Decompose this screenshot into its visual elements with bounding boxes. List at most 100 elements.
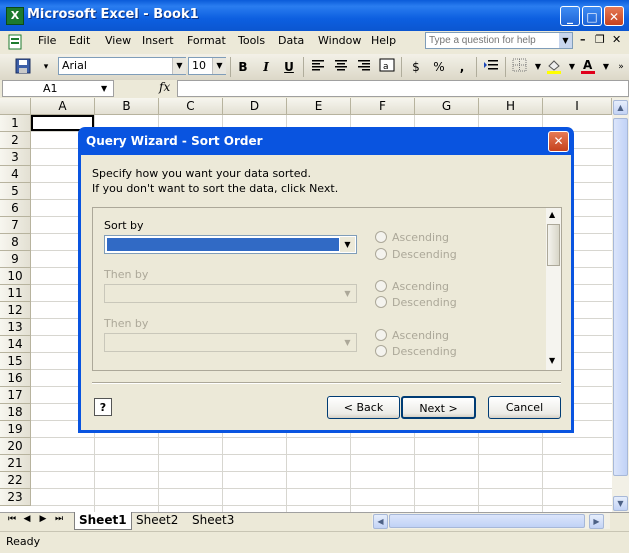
minimize-button[interactable]: _ <box>560 6 580 26</box>
toolbar-options-icon[interactable]: ▾ <box>37 58 55 76</box>
row-header[interactable]: 3 <box>0 149 31 166</box>
cancel-button[interactable]: Cancel <box>488 396 561 419</box>
row-header[interactable]: 2 <box>0 132 31 149</box>
row-header[interactable]: 10 <box>0 268 31 285</box>
sort-scroll-down-icon[interactable]: ▼ <box>549 356 555 365</box>
align-left-icon[interactable] <box>309 58 327 76</box>
sort-scroll-thumb[interactable] <box>547 224 560 266</box>
row-header[interactable]: 8 <box>0 234 31 251</box>
column-header[interactable]: I <box>543 98 612 115</box>
row-header[interactable]: 16 <box>0 370 31 387</box>
last-sheet-icon[interactable]: ⏭ <box>52 514 66 524</box>
help-icon[interactable]: ? <box>94 398 112 416</box>
menu-file[interactable]: File <box>38 34 56 47</box>
menu-window[interactable]: Window <box>318 34 361 47</box>
row-header[interactable]: 12 <box>0 302 31 319</box>
row-header[interactable]: 19 <box>0 421 31 438</box>
then-by-select-2[interactable]: ▼ <box>104 333 357 352</box>
then-by-1-descending-radio[interactable]: Descending <box>375 296 457 309</box>
doc-close-icon[interactable]: ✕ <box>612 33 621 46</box>
row-header[interactable]: 11 <box>0 285 31 302</box>
sort-by-dropdown-icon[interactable]: ▼ <box>340 237 355 252</box>
row-header[interactable]: 4 <box>0 166 31 183</box>
font-color-icon[interactable]: A <box>579 58 597 76</box>
row-header[interactable]: 22 <box>0 472 31 489</box>
row-header[interactable]: 15 <box>0 353 31 370</box>
excel-app-icon[interactable]: X <box>6 7 24 25</box>
merge-center-icon[interactable]: a <box>378 58 396 76</box>
menu-data[interactable]: Data <box>278 34 304 47</box>
then-by-1-ascending-radio[interactable]: Ascending <box>375 280 449 293</box>
then-by-2-descending-radio[interactable]: Descending <box>375 345 457 358</box>
row-header[interactable]: 23 <box>0 489 31 506</box>
row-header[interactable]: 21 <box>0 455 31 472</box>
menu-help[interactable]: Help <box>371 34 396 47</box>
scroll-up-icon[interactable]: ▲ <box>613 100 628 115</box>
then-by-2-ascending-radio[interactable]: Ascending <box>375 329 449 342</box>
underline-button[interactable]: U <box>280 58 298 76</box>
align-right-icon[interactable] <box>355 58 373 76</box>
horizontal-scroll-thumb[interactable] <box>389 514 585 528</box>
column-header[interactable]: H <box>479 98 543 115</box>
menu-edit[interactable]: Edit <box>69 34 90 47</box>
then-by-2-dropdown-icon[interactable]: ▼ <box>340 335 355 350</box>
next-button[interactable]: Next > <box>401 396 476 419</box>
currency-button[interactable]: $ <box>407 58 425 76</box>
sheet-tab-1[interactable]: Sheet1 <box>74 512 132 530</box>
font-size-dropdown-icon[interactable]: ▼ <box>212 58 226 74</box>
scroll-left-icon[interactable]: ◀ <box>373 514 388 529</box>
menu-format[interactable]: Format <box>187 34 226 47</box>
menu-tools[interactable]: Tools <box>238 34 265 47</box>
doc-minimize-icon[interactable]: – <box>580 33 586 46</box>
row-header[interactable]: 9 <box>0 251 31 268</box>
formula-input[interactable] <box>177 80 629 97</box>
then-by-select-1[interactable]: ▼ <box>104 284 357 303</box>
close-button[interactable]: ✕ <box>604 6 624 26</box>
select-all-corner[interactable] <box>0 98 31 115</box>
doc-restore-icon[interactable]: ❐ <box>595 33 605 46</box>
scroll-down-icon[interactable]: ▼ <box>613 496 628 511</box>
row-header[interactable]: 7 <box>0 217 31 234</box>
next-sheet-icon[interactable]: ▶ <box>36 514 50 524</box>
row-header[interactable]: 6 <box>0 200 31 217</box>
column-header[interactable]: A <box>31 98 95 115</box>
prev-sheet-icon[interactable]: ◀ <box>20 514 34 524</box>
help-question-input[interactable] <box>425 32 573 49</box>
column-header[interactable]: G <box>415 98 479 115</box>
comma-style-button[interactable]: , <box>453 58 471 76</box>
back-button[interactable]: < Back <box>327 396 400 419</box>
sheet-tab-2[interactable]: Sheet2 <box>132 512 182 529</box>
then-by-1-dropdown-icon[interactable]: ▼ <box>340 286 355 301</box>
help-dropdown-icon[interactable]: ▼ <box>559 33 572 48</box>
name-box[interactable]: A1 <box>2 80 114 97</box>
row-header[interactable]: 20 <box>0 438 31 455</box>
fill-color-icon[interactable] <box>545 58 563 76</box>
sheet-tab-3[interactable]: Sheet3 <box>188 512 238 529</box>
row-header[interactable]: 13 <box>0 319 31 336</box>
save-icon[interactable] <box>14 58 32 76</box>
borders-icon[interactable] <box>511 58 529 76</box>
sort-by-select[interactable]: ▼ <box>104 235 357 254</box>
row-header[interactable]: 18 <box>0 404 31 421</box>
sort-by-descending-radio[interactable]: Descending <box>375 248 457 261</box>
column-header[interactable]: B <box>95 98 159 115</box>
sort-scroll-up-icon[interactable]: ▲ <box>549 210 555 219</box>
menu-view[interactable]: View <box>105 34 131 47</box>
vertical-scroll-thumb[interactable] <box>613 118 628 476</box>
workbook-icon[interactable] <box>7 34 29 50</box>
toolbar-overflow-icon[interactable]: » <box>612 58 629 76</box>
first-sheet-icon[interactable]: ⏮ <box>5 514 19 524</box>
row-header[interactable]: 17 <box>0 387 31 404</box>
column-header[interactable]: F <box>351 98 415 115</box>
percent-button[interactable]: % <box>430 58 448 76</box>
column-header[interactable]: C <box>159 98 223 115</box>
scroll-right-icon[interactable]: ▶ <box>589 514 604 529</box>
sort-by-ascending-radio[interactable]: Ascending <box>375 231 449 244</box>
row-header[interactable]: 5 <box>0 183 31 200</box>
column-header[interactable]: D <box>223 98 287 115</box>
align-center-icon[interactable] <box>332 58 350 76</box>
column-header[interactable]: E <box>287 98 351 115</box>
font-name-dropdown-icon[interactable]: ▼ <box>172 58 186 74</box>
maximize-button[interactable]: □ <box>582 6 602 26</box>
font-name-combo[interactable]: Arial <box>58 57 186 75</box>
